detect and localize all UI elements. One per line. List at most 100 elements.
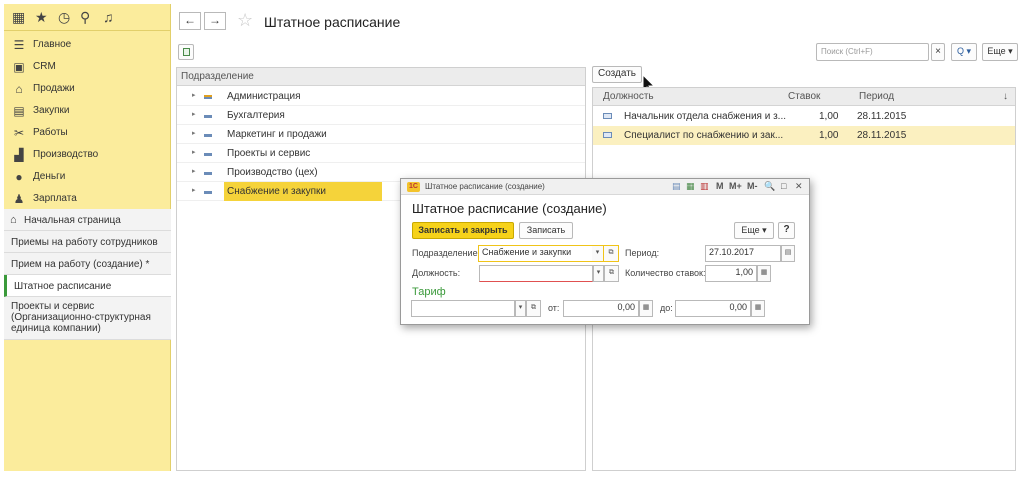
- department-row[interactable]: ▸ Маркетинг и продажи: [177, 125, 585, 144]
- open-window-item[interactable]: ⌂ Начальная страница: [4, 209, 171, 231]
- expand-arrow-icon[interactable]: ▸: [192, 91, 196, 99]
- period-cell: 28.11.2015: [857, 130, 907, 141]
- departments-header[interactable]: Подразделение: [177, 68, 585, 86]
- department-icon: [204, 172, 212, 175]
- to-field[interactable]: 0,00: [675, 300, 751, 317]
- staffing-create-dialog: 1С Штатное расписание (создание) ▤ ▦ ▥ M…: [400, 178, 810, 325]
- from-calculator-icon[interactable]: ▦: [639, 300, 653, 317]
- dialog-titlebar[interactable]: 1С Штатное расписание (создание) ▤ ▦ ▥ M…: [401, 179, 809, 195]
- sidebar-section-item[interactable]: ▣ CRM: [4, 57, 171, 79]
- open-window-label: Начальная страница: [24, 215, 121, 226]
- department-row[interactable]: ▸ Администрация: [177, 87, 585, 106]
- star-icon[interactable]: ★: [35, 8, 48, 26]
- sidebar-section-item[interactable]: ▤ Закупки: [4, 101, 171, 123]
- department-icon: [204, 95, 212, 99]
- more-button[interactable]: Еще ▾: [982, 43, 1018, 61]
- department-dropdown-button[interactable]: ▾: [592, 245, 603, 262]
- position-row[interactable]: Специалист по снабжению и зак... 1,00 28.1…: [593, 126, 1015, 145]
- period-field[interactable]: 27.10.2017: [705, 245, 781, 262]
- table-icon[interactable]: ▦: [686, 181, 695, 192]
- tariff-field[interactable]: [411, 300, 515, 317]
- crm-icon: ▣: [13, 60, 25, 74]
- works-icon: ✂: [13, 126, 25, 140]
- tariff-open-button[interactable]: ⧉: [526, 300, 541, 317]
- rate-column-header[interactable]: Ставок: [788, 91, 820, 102]
- sidebar-section-item[interactable]: ♟ Зарплата: [4, 189, 171, 211]
- save-button[interactable]: Записать: [519, 222, 573, 239]
- rates-calculator-icon[interactable]: ▦: [757, 265, 771, 282]
- position-icon: [603, 132, 612, 138]
- period-cell: 28.11.2015: [857, 111, 907, 122]
- position-dropdown-button[interactable]: ▾: [593, 265, 604, 282]
- bell-icon[interactable]: ♫: [103, 8, 114, 26]
- positions-header: Должность Ставок Период ↓: [593, 88, 1015, 106]
- department-field[interactable]: Снабжение и закупки: [478, 245, 592, 262]
- rates-count-field[interactable]: 1,00: [705, 265, 757, 282]
- search-button[interactable]: Q ▾: [951, 43, 977, 61]
- help-button[interactable]: ?: [778, 222, 795, 239]
- department-label: Подразделение:: [412, 248, 481, 258]
- favorite-star-icon[interactable]: ☆: [237, 11, 253, 29]
- memory-m-button[interactable]: M: [716, 181, 724, 192]
- to-calculator-icon[interactable]: ▦: [751, 300, 765, 317]
- new-group-button[interactable]: [178, 44, 194, 60]
- memory-minus-button[interactable]: M-: [747, 181, 758, 192]
- sidebar-section-item[interactable]: ▟ Производство: [4, 145, 171, 167]
- expand-arrow-icon[interactable]: ▸: [192, 148, 196, 156]
- history-icon[interactable]: ◷: [58, 8, 70, 26]
- to-label: до:: [660, 303, 673, 313]
- grid-menu-icon[interactable]: ▦: [12, 8, 25, 26]
- folder-add-icon: [183, 48, 190, 56]
- department-label: Администрация: [227, 91, 301, 102]
- sidebar-section-item[interactable]: ● Деньги: [4, 167, 171, 189]
- sidebar-section-item[interactable]: ⌂ Продажи: [4, 79, 171, 101]
- position-cell: Начальник отдела снабжения и з...: [624, 111, 787, 122]
- position-field[interactable]: [479, 265, 593, 282]
- salary-icon: ♟: [13, 192, 25, 206]
- sidebar-section-item[interactable]: ☰ Главное: [4, 35, 171, 57]
- department-row[interactable]: ▸ Проекты и сервис: [177, 144, 585, 163]
- department-icon: [204, 191, 212, 194]
- expand-arrow-icon[interactable]: ▸: [192, 186, 196, 194]
- back-button[interactable]: ←: [179, 12, 201, 30]
- expand-arrow-icon[interactable]: ▸: [192, 129, 196, 137]
- sidebar-section-item[interactable]: ✂ Работы: [4, 123, 171, 145]
- open-window-label: Проекты и сервис: [11, 301, 95, 312]
- open-window-item[interactable]: Штатное расписание: [4, 275, 171, 297]
- expand-arrow-icon[interactable]: ▸: [192, 167, 196, 175]
- department-open-button[interactable]: ⧉: [603, 245, 619, 262]
- position-row[interactable]: Начальник отдела снабжения и з... 1,00 28.…: [593, 107, 1015, 126]
- create-button[interactable]: Создать: [592, 66, 642, 83]
- expand-arrow-icon[interactable]: ▸: [192, 110, 196, 118]
- search-clear-button[interactable]: ×: [931, 43, 945, 61]
- sidebar-section-label: Работы: [33, 127, 68, 138]
- tariff-dropdown-button[interactable]: ▾: [515, 300, 526, 317]
- attachment-icon[interactable]: ▤: [672, 181, 681, 192]
- save-and-close-button[interactable]: Записать и закрыть: [412, 222, 514, 239]
- open-window-label: (Организационно-структурная: [11, 312, 151, 323]
- dialog-more-button[interactable]: Еще ▾: [734, 222, 774, 239]
- open-window-item[interactable]: Проекты и сервис (Организационно-структур…: [4, 297, 171, 340]
- open-window-label: Приемы на работу сотрудников: [11, 237, 158, 248]
- search-icon[interactable]: ⚲: [80, 8, 90, 26]
- department-row[interactable]: ▸ Бухгалтерия: [177, 106, 585, 125]
- close-icon[interactable]: ✕: [795, 181, 803, 192]
- search-input[interactable]: Поиск (Ctrl+F): [816, 43, 929, 61]
- sidebar-section-label: Деньги: [33, 171, 66, 182]
- open-window-item[interactable]: Приемы на работу сотрудников: [4, 231, 171, 253]
- position-open-button[interactable]: ⧉: [604, 265, 619, 282]
- position-column-header[interactable]: Должность: [603, 91, 654, 102]
- purchases-icon: ▤: [13, 104, 25, 118]
- calendar-icon[interactable]: ▥: [700, 181, 709, 192]
- page-title: Штатное расписание: [264, 14, 401, 30]
- maximize-icon[interactable]: □: [781, 181, 786, 192]
- forward-button[interactable]: →: [204, 12, 226, 30]
- zoom-icon[interactable]: 🔍: [764, 181, 775, 192]
- memory-plus-button[interactable]: M+: [729, 181, 742, 192]
- calendar-picker-icon[interactable]: ▤: [781, 245, 795, 262]
- sort-down-icon[interactable]: ↓: [1003, 91, 1008, 102]
- rates-count-label: Количество ставок:: [625, 268, 706, 278]
- period-column-header[interactable]: Период: [859, 91, 894, 102]
- from-field[interactable]: 0,00: [563, 300, 639, 317]
- open-window-item[interactable]: Прием на работу (создание) *: [4, 253, 171, 275]
